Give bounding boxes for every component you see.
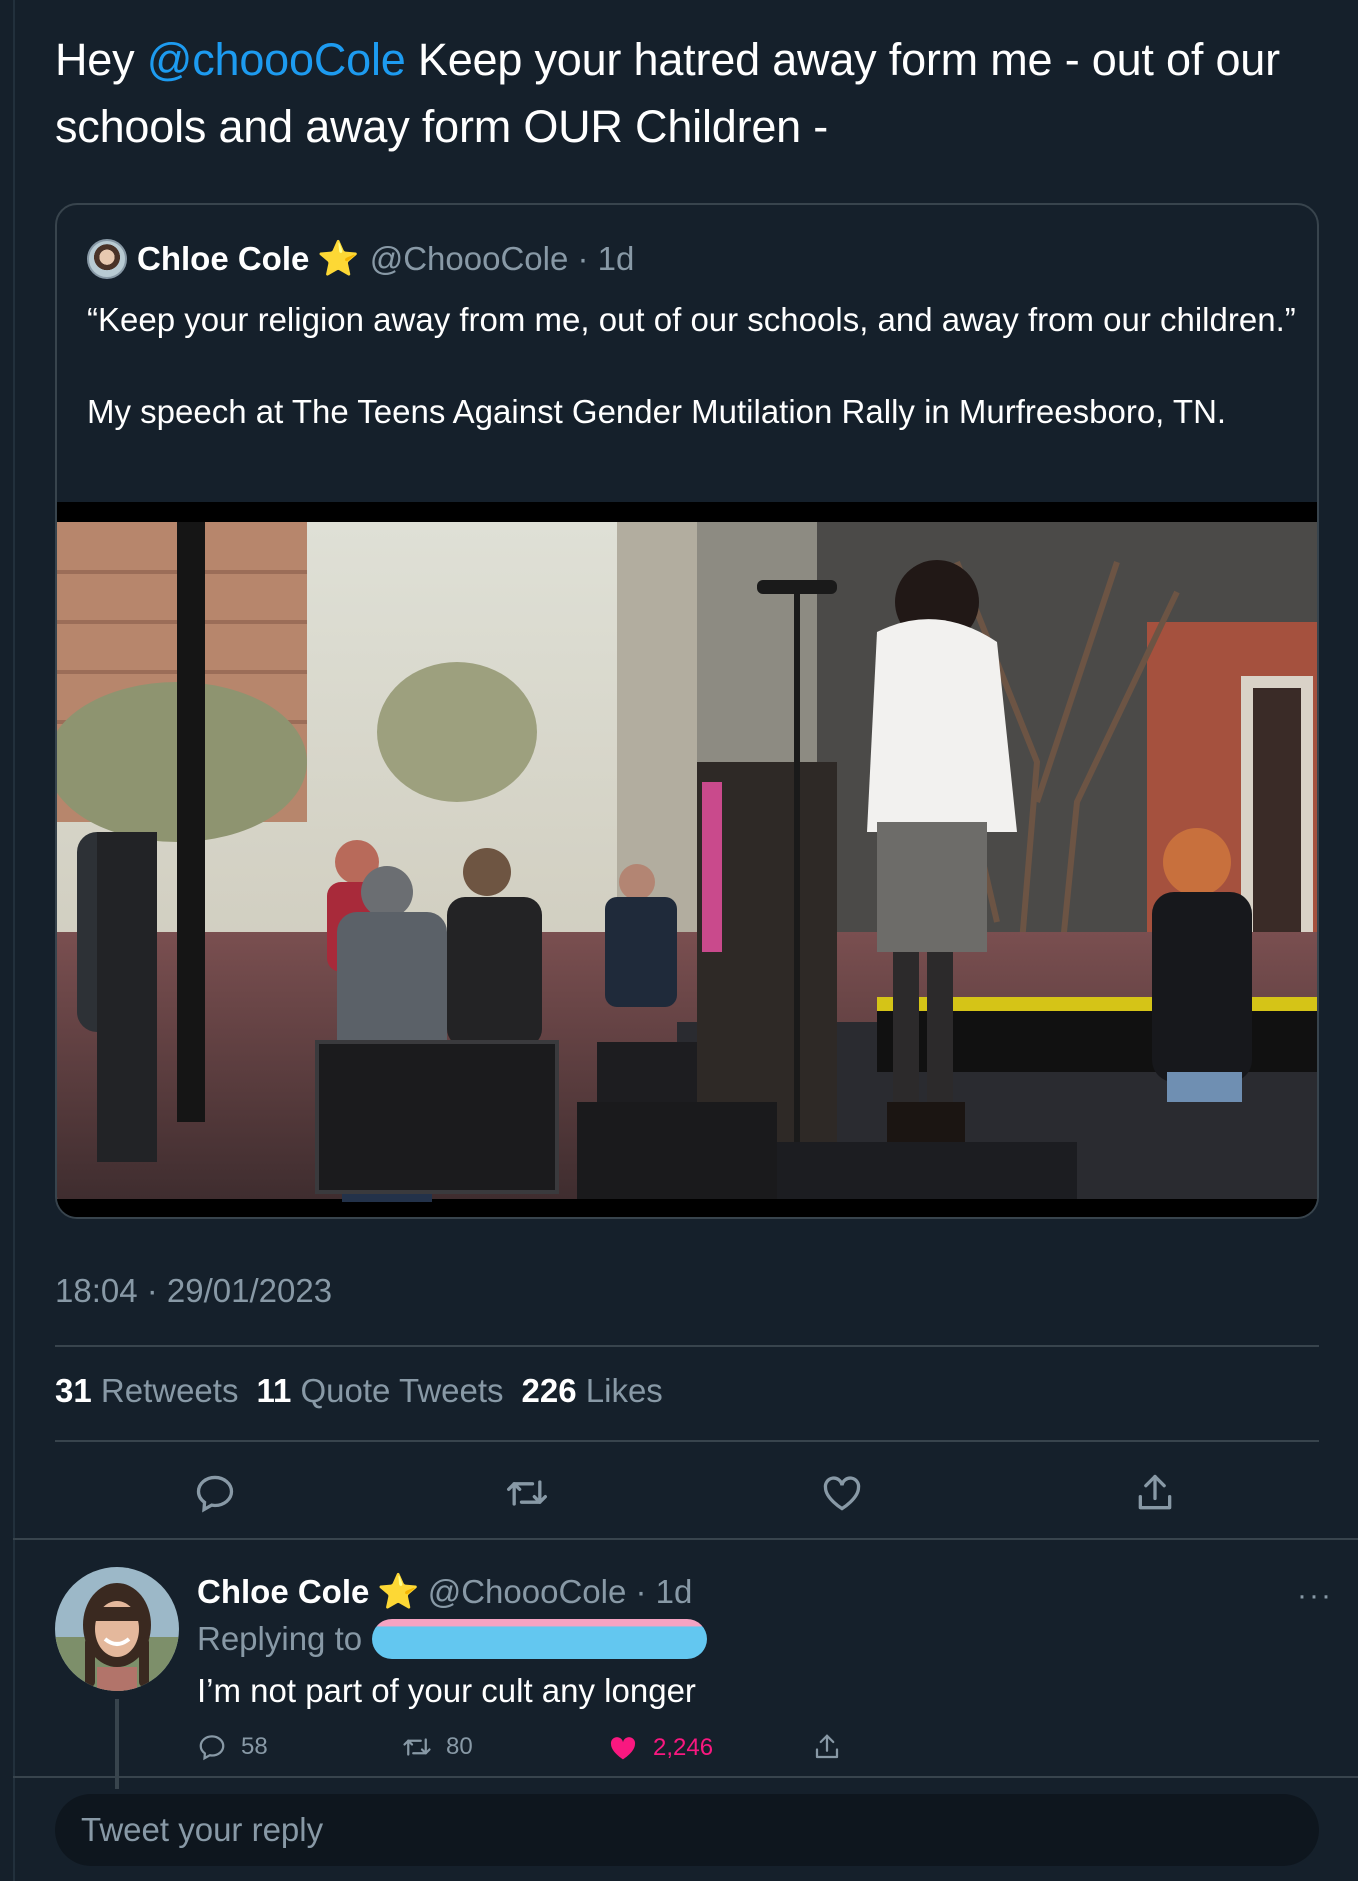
tweet-stats: 31 Retweets 11 Quote Tweets 226 Likes xyxy=(55,1372,663,1410)
replying-to: Replying to xyxy=(197,1619,708,1659)
quoted-tweet-card[interactable]: Chloe Cole ⭐ @ChoooCole · 1d “Keep your … xyxy=(55,203,1319,1219)
reply-tweet[interactable]: Chloe Cole ⭐ @ChoooCole · 1d ··· Replyin… xyxy=(55,1567,1345,1789)
reply-retweets-count: 80 xyxy=(446,1733,473,1760)
reply-icon[interactable] xyxy=(193,1471,237,1515)
retweet-icon[interactable] xyxy=(505,1471,549,1515)
replying-to-label: Replying to xyxy=(197,1620,363,1657)
quoted-tweet-author-name[interactable]: Chloe Cole xyxy=(137,240,309,278)
tweet-text-prefix: Hey xyxy=(55,34,147,85)
quoted-tweet-handle-time: @ChoooCole · 1d xyxy=(369,240,635,277)
quote-tweets-label: Quote Tweets xyxy=(300,1372,504,1409)
quoted-tweet-video[interactable] xyxy=(57,502,1317,1217)
redacted-username xyxy=(372,1619,708,1659)
retweets-stat[interactable]: 31 Retweets xyxy=(55,1372,238,1410)
star-icon: ⭐ xyxy=(377,1573,420,1611)
rally-video-frame xyxy=(57,502,1317,1217)
divider xyxy=(13,1538,1358,1540)
likes-stat[interactable]: 226 Likes xyxy=(522,1372,663,1410)
reply-composer[interactable] xyxy=(55,1794,1319,1866)
tweet-timestamp[interactable]: 18:04 · 29/01/2023 xyxy=(55,1272,332,1310)
tweet-action-bar xyxy=(55,1465,1319,1521)
reply-author-name[interactable]: Chloe Cole xyxy=(197,1573,369,1611)
quoted-tweet-avatar[interactable] xyxy=(87,239,127,279)
reply-replies-count: 58 xyxy=(241,1733,268,1760)
reply-author-avatar[interactable] xyxy=(55,1567,179,1691)
quoted-tweet-caption: My speech at The Teens Against Gender Mu… xyxy=(87,393,1227,430)
reply-like-button[interactable]: 2,246 xyxy=(607,1732,713,1764)
quoted-tweet-header: Chloe Cole ⭐ @ChoooCole · 1d xyxy=(87,237,634,281)
tweet-mention-link[interactable]: @choooCole xyxy=(147,34,406,85)
reply-handle-time: @ChoooCole · 1d xyxy=(427,1573,693,1610)
reply-text: I’m not part of your cult any longer xyxy=(197,1672,696,1709)
retweets-label: Retweets xyxy=(100,1372,239,1409)
tweet-text: Hey @choooCole Keep your hatred away for… xyxy=(55,26,1325,160)
quote-tweets-count: 11 xyxy=(256,1372,292,1409)
reply-header: Chloe Cole ⭐ @ChoooCole · 1d xyxy=(197,1567,692,1617)
likes-count: 226 xyxy=(521,1372,577,1409)
like-filled-icon xyxy=(610,1737,636,1760)
quote-tweets-stat[interactable]: 11 Quote Tweets xyxy=(256,1372,503,1410)
reply-likes-count: 2,246 xyxy=(653,1734,714,1761)
share-icon xyxy=(815,1734,839,1759)
retweets-count: 31 xyxy=(55,1372,92,1409)
reply-share-button[interactable] xyxy=(812,1732,856,1762)
timeline-left-border xyxy=(13,0,15,1881)
more-icon[interactable]: ··· xyxy=(1297,1579,1333,1613)
reply-input[interactable] xyxy=(55,1794,1319,1866)
divider xyxy=(55,1345,1319,1347)
reply-retweet-button[interactable]: 80 xyxy=(402,1732,473,1762)
quoted-tweet-quote: “Keep your religion away from me, out of… xyxy=(87,301,1296,338)
star-icon: ⭐ xyxy=(317,240,360,278)
share-icon[interactable] xyxy=(1133,1471,1177,1515)
divider xyxy=(55,1440,1319,1442)
likes-label: Likes xyxy=(585,1372,663,1409)
reply-action-bar: 58 80 2,246 xyxy=(197,1732,917,1772)
reply-icon xyxy=(199,1735,225,1761)
reply-reply-button[interactable]: 58 xyxy=(197,1732,268,1762)
quoted-tweet-body: “Keep your religion away from me, out of… xyxy=(87,297,1297,481)
retweet-icon xyxy=(403,1738,431,1756)
like-icon[interactable] xyxy=(820,1471,864,1515)
divider xyxy=(13,1776,1358,1778)
